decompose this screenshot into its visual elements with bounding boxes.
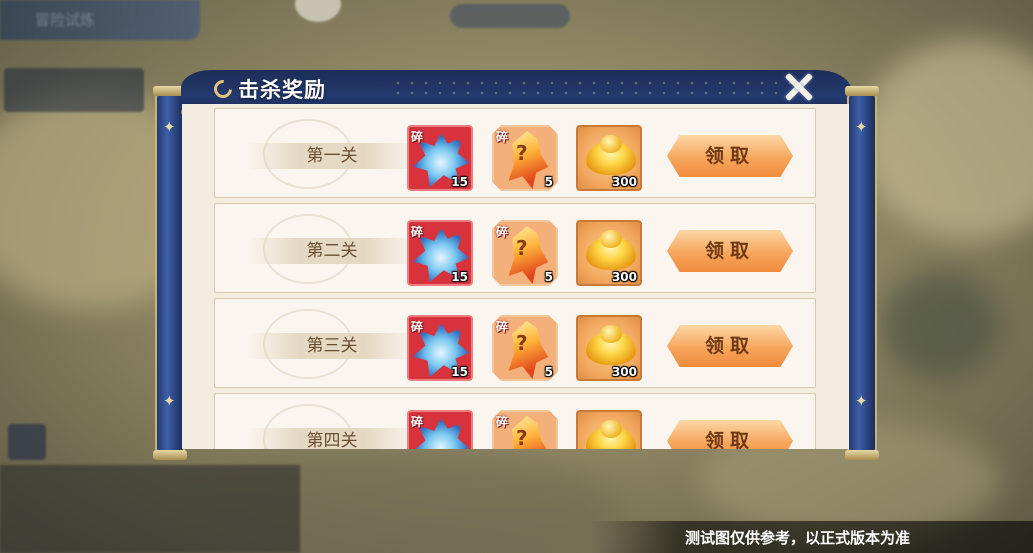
stage-label: 第三关 bbox=[247, 333, 417, 359]
question-mark-icon: ? bbox=[516, 426, 528, 449]
ice-dragon-shard-item[interactable]: 碎 15 bbox=[407, 220, 473, 286]
stage-label: 第二关 bbox=[247, 238, 417, 264]
gold-ingot-icon bbox=[586, 230, 636, 270]
header-stars-decoration bbox=[391, 78, 811, 98]
star-ornament-icon: ✦ bbox=[855, 118, 868, 136]
mystery-shard-item[interactable]: ? 碎 5 bbox=[492, 315, 558, 381]
test-watermark-text: 测试图仅供参考，以正式版本为准 bbox=[685, 529, 911, 547]
item-quantity: 300 bbox=[611, 175, 637, 189]
ice-dragon-shard-item[interactable]: 碎 15 bbox=[407, 315, 473, 381]
item-quantity: 15 bbox=[451, 365, 468, 379]
background-pill bbox=[450, 4, 570, 28]
gold-ingot-icon bbox=[586, 420, 636, 449]
gold-ingot-item[interactable]: 300 bbox=[576, 220, 642, 286]
mystery-shard-item[interactable]: ? 碎 5 bbox=[492, 220, 558, 286]
background-top-bar: 冒险试炼 bbox=[0, 0, 200, 40]
claim-button[interactable]: 领取 bbox=[667, 420, 793, 449]
item-quantity: 5 bbox=[544, 175, 553, 189]
background-info-box bbox=[4, 68, 144, 112]
gold-ingot-icon bbox=[586, 135, 636, 175]
reward-row: 第三关 碎 15 ? 碎 5 300 领取 bbox=[214, 298, 816, 388]
ice-dragon-shard-item[interactable]: 碎 15 bbox=[407, 125, 473, 191]
stage-label: 第四关 bbox=[247, 428, 417, 449]
reward-row: 第二关 碎 15 ? 碎 5 300 领取 bbox=[214, 203, 816, 293]
background-bottom-icon bbox=[8, 424, 46, 460]
item-quantity: 300 bbox=[611, 270, 637, 284]
question-mark-icon: ? bbox=[516, 331, 528, 355]
gold-ingot-icon bbox=[586, 325, 636, 365]
reward-row: 第四关 碎 ? 碎 领取 bbox=[214, 393, 816, 449]
gold-ingot-item[interactable] bbox=[576, 410, 642, 449]
item-quantity: 5 bbox=[544, 270, 553, 284]
background-top-label: 冒险试炼 bbox=[35, 11, 96, 29]
gold-ingot-item[interactable]: 300 bbox=[576, 315, 642, 381]
claim-button[interactable]: 领取 bbox=[667, 230, 793, 272]
scroll-roller-left: ✦ ✦ bbox=[153, 86, 187, 460]
star-ornament-icon: ✦ bbox=[855, 392, 868, 410]
close-button[interactable] bbox=[782, 70, 816, 104]
gold-ingot-item[interactable]: 300 bbox=[576, 125, 642, 191]
reward-row: 第一关 碎 15 ? 碎 5 300 领取 bbox=[214, 108, 816, 198]
shard-badge: 碎 bbox=[411, 415, 424, 429]
question-mark-icon: ? bbox=[516, 236, 528, 260]
stage-label: 第一关 bbox=[247, 143, 417, 169]
test-watermark-bar: 测试图仅供参考，以正式版本为准 bbox=[590, 521, 1033, 553]
shard-badge: 碎 bbox=[411, 130, 424, 144]
item-quantity: 15 bbox=[451, 270, 468, 284]
shard-badge: 碎 bbox=[496, 130, 509, 144]
shard-badge: 碎 bbox=[496, 225, 509, 239]
shard-badge: 碎 bbox=[496, 415, 509, 429]
mystery-shard-item[interactable]: ? 碎 bbox=[492, 410, 558, 449]
background-clock-icon bbox=[295, 0, 341, 22]
item-quantity: 15 bbox=[451, 175, 468, 189]
claim-button[interactable]: 领取 bbox=[667, 135, 793, 177]
reward-list[interactable]: 第一关 碎 15 ? 碎 5 300 领取 第二关 碎 15 ? 碎 5 300… bbox=[182, 104, 849, 449]
star-ornament-icon: ✦ bbox=[163, 118, 176, 136]
background-chat-box bbox=[0, 465, 300, 553]
mystery-shard-item[interactable]: ? 碎 5 bbox=[492, 125, 558, 191]
ice-dragon-shard-item[interactable]: 碎 bbox=[407, 410, 473, 449]
shard-badge: 碎 bbox=[411, 320, 424, 334]
item-quantity: 5 bbox=[544, 365, 553, 379]
star-ornament-icon: ✦ bbox=[163, 392, 176, 410]
scroll-roller-right: ✦ ✦ bbox=[845, 86, 879, 460]
shard-badge: 碎 bbox=[496, 320, 509, 334]
item-quantity: 300 bbox=[611, 365, 637, 379]
claim-button[interactable]: 领取 bbox=[667, 325, 793, 367]
question-mark-icon: ? bbox=[516, 141, 528, 165]
shard-badge: 碎 bbox=[411, 225, 424, 239]
modal-title: 击杀奖励 bbox=[238, 78, 326, 102]
